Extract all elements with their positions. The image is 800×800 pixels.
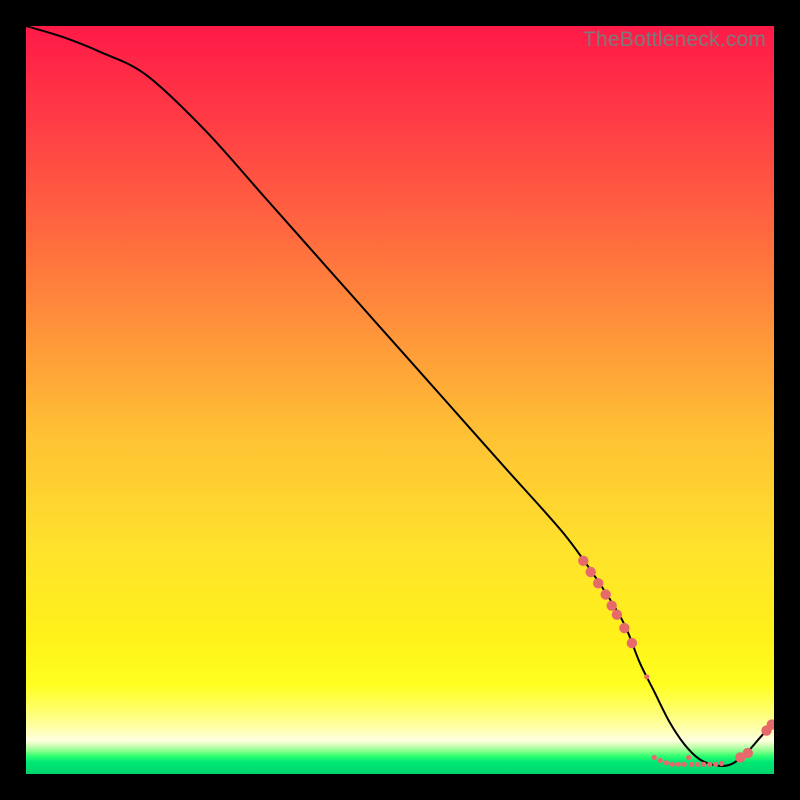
- marker-dot-small: [664, 760, 669, 765]
- marker-dot-small: [707, 762, 712, 767]
- marker-dot: [627, 638, 637, 648]
- bottleneck-curve-line: [26, 26, 774, 766]
- plot-area: TheBottleneck.com: [26, 26, 774, 774]
- marker-dot: [601, 589, 611, 599]
- marker-dot: [586, 567, 596, 577]
- marker-dot: [607, 601, 617, 611]
- highlight-dots-small: [644, 674, 724, 767]
- marker-dot-small: [695, 762, 700, 767]
- marker-dot: [593, 578, 603, 588]
- marker-dot-small: [689, 762, 694, 767]
- marker-dot-small: [701, 762, 706, 767]
- marker-dot-small: [652, 755, 657, 760]
- marker-dot-small: [719, 761, 724, 766]
- marker-dot-small: [682, 762, 687, 767]
- chart-stage: TheBottleneck.com: [0, 0, 800, 800]
- chart-overlay: [26, 26, 774, 774]
- marker-dot-small: [713, 762, 718, 767]
- marker-dot-small: [686, 755, 691, 760]
- marker-dot: [578, 556, 588, 566]
- marker-dot-small: [644, 674, 649, 679]
- marker-dot: [619, 623, 629, 633]
- marker-dot: [743, 748, 753, 758]
- marker-dot-small: [676, 762, 681, 767]
- marker-dot-small: [670, 762, 675, 767]
- marker-dot: [612, 610, 622, 620]
- marker-dot-small: [658, 758, 663, 763]
